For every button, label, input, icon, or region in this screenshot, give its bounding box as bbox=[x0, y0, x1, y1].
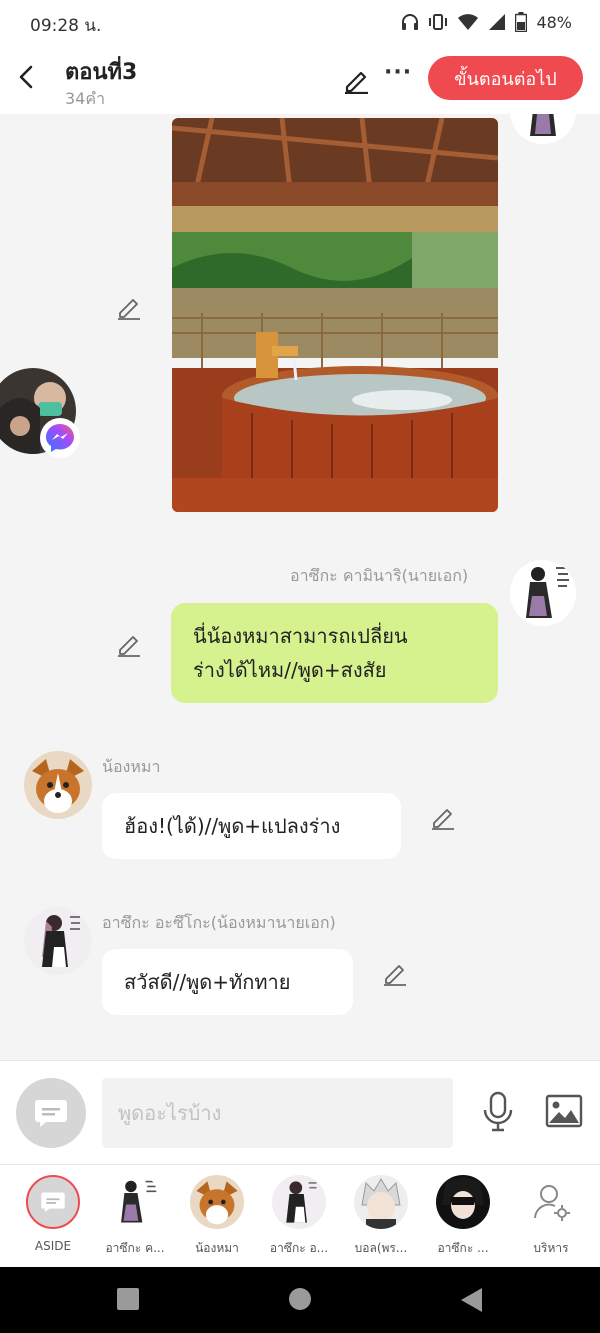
system-nav-bar bbox=[0, 1267, 600, 1333]
character-label: อาซึกะ อ... bbox=[269, 1241, 329, 1255]
sender-name: น้องหมา bbox=[102, 757, 161, 776]
chat-bubble-icon bbox=[35, 1100, 67, 1127]
character-avatar bbox=[272, 1175, 326, 1229]
message-text: สวัสดี//พูด+ทักทาย bbox=[124, 970, 291, 994]
character-avatar bbox=[108, 1175, 162, 1229]
character-avatar bbox=[354, 1175, 408, 1229]
signal-icon bbox=[488, 13, 506, 31]
edit-pencil-icon[interactable] bbox=[342, 66, 370, 95]
next-step-button[interactable]: ขั้นตอนต่อไป bbox=[428, 56, 583, 100]
avatar-dog[interactable] bbox=[24, 751, 92, 819]
edit-message-icon[interactable] bbox=[116, 295, 142, 321]
message-text-line: ร่างได้ไหม//พูด+สงสัย bbox=[193, 658, 387, 682]
avatar-azuka-kaminari[interactable] bbox=[510, 560, 576, 626]
character-label: อาซึกะ ค... bbox=[105, 1241, 165, 1255]
character-dog[interactable]: น้องหมา bbox=[176, 1175, 258, 1258]
message-text-line: นี่น้องหมาสามารถเปลี่ยน bbox=[193, 624, 408, 648]
message-input[interactable] bbox=[102, 1078, 453, 1148]
sender-name: อาซึกะ อะซึโกะ(น้องหมานายเอก) bbox=[102, 913, 336, 932]
edit-message-icon[interactable] bbox=[430, 805, 456, 831]
sender-name: อาซึกะ คามินาริ(นายเอก) bbox=[290, 566, 469, 585]
character-bar: ASIDE อาซึกะ ค... น้องหมา อาซึกะ อ... บอ… bbox=[0, 1164, 600, 1267]
more-icon[interactable]: ··· bbox=[384, 60, 412, 85]
character-avatar bbox=[190, 1175, 244, 1229]
status-time: 09:28 น. bbox=[30, 16, 102, 36]
message-bubble[interactable]: ฮ้อง!(ได้)//พูด+แปลงร่าง bbox=[102, 793, 401, 859]
character-label: ASIDE bbox=[34, 1239, 72, 1253]
message-bubble[interactable]: นี่น้องหมาสามารถเปลี่ยน ร่างได้ไหม//พูด+… bbox=[171, 603, 498, 703]
back-arrow-icon[interactable] bbox=[14, 62, 40, 92]
hot-tub-photo[interactable] bbox=[172, 118, 498, 512]
wifi-icon bbox=[457, 13, 479, 31]
character-label: บริหาร bbox=[533, 1241, 569, 1255]
aside-avatar bbox=[26, 1175, 80, 1229]
manage-user-gear-icon bbox=[524, 1175, 578, 1229]
vibrate-icon bbox=[428, 13, 448, 31]
battery-icon bbox=[515, 12, 528, 32]
chat-bubble-icon bbox=[41, 1192, 65, 1213]
edit-message-icon[interactable] bbox=[382, 961, 408, 987]
header: ตอนที่3 34คำ ··· ขั้นตอนต่อไป bbox=[0, 44, 600, 114]
messenger-icon bbox=[40, 418, 80, 458]
back-triangle-icon[interactable] bbox=[460, 1287, 484, 1317]
character-aside[interactable]: ASIDE bbox=[12, 1175, 94, 1253]
input-bar bbox=[0, 1060, 600, 1164]
avatar-azuka-azuko[interactable] bbox=[24, 907, 92, 975]
page-title: ตอนที่3 bbox=[65, 60, 138, 85]
message-text: ฮ้อง!(ได้)//พูด+แปลงร่าง bbox=[124, 814, 341, 838]
status-bar: 09:28 น. 48% bbox=[0, 0, 600, 44]
manage-characters[interactable]: บริหาร bbox=[510, 1175, 592, 1258]
image-upload-icon[interactable] bbox=[545, 1094, 583, 1132]
character-azuka-azuko[interactable]: อาซึกะ อ... bbox=[258, 1175, 340, 1258]
message-bubble[interactable]: สวัสดี//พูด+ทักทาย bbox=[102, 949, 353, 1015]
edit-message-icon[interactable] bbox=[116, 632, 142, 658]
character-azuka-kaminari[interactable]: อาซึกะ ค... bbox=[94, 1175, 176, 1258]
aside-toggle-button[interactable] bbox=[16, 1078, 86, 1148]
microphone-icon[interactable] bbox=[482, 1091, 514, 1137]
character-label: น้องหมา bbox=[195, 1241, 239, 1255]
recents-icon[interactable] bbox=[116, 1287, 140, 1315]
home-icon[interactable] bbox=[288, 1287, 312, 1315]
character-azuka-other[interactable]: อาซึกะ ... bbox=[422, 1175, 504, 1258]
word-count: 34คำ bbox=[65, 89, 106, 108]
character-ball[interactable]: บอล(พร... bbox=[340, 1175, 422, 1258]
avatar-azuka-kaminari[interactable] bbox=[510, 114, 576, 144]
battery-percent: 48% bbox=[536, 12, 572, 32]
character-avatar bbox=[436, 1175, 490, 1229]
character-label: อาซึกะ ... bbox=[437, 1241, 489, 1255]
headphones-icon bbox=[401, 13, 419, 31]
chat-area[interactable]: อาซึกะ คามินาริ(นายเอก) นี่น้องหมาสามารถ… bbox=[0, 114, 600, 1060]
character-label: บอล(พร... bbox=[354, 1241, 408, 1255]
